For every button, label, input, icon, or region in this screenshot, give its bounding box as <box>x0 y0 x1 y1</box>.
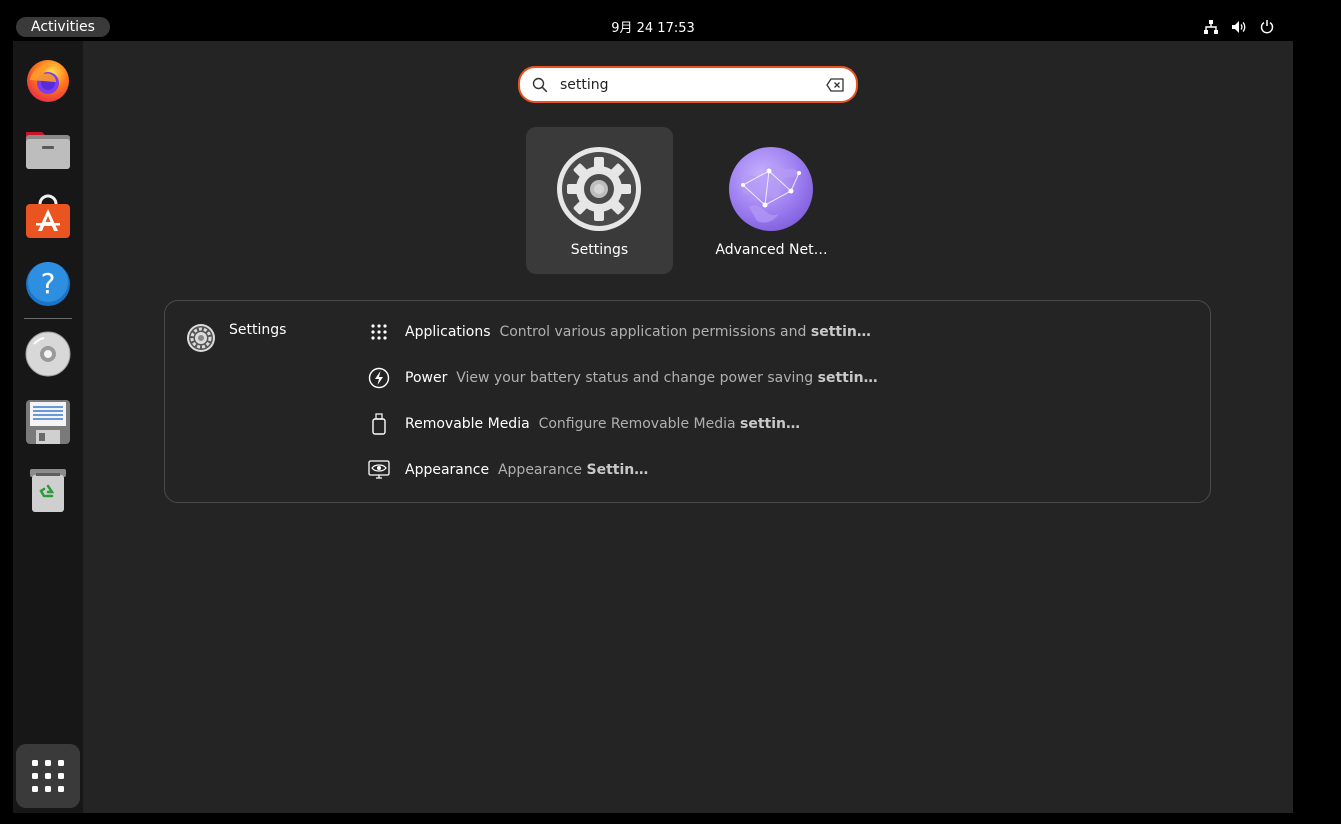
disc-launcher[interactable] <box>24 330 72 378</box>
result-item-applications[interactable]: Applications Control various application… <box>368 317 1168 347</box>
search-box[interactable] <box>518 66 858 103</box>
disc-icon <box>25 331 71 377</box>
result-match: settin… <box>817 370 878 386</box>
result-match: Settin… <box>586 462 649 478</box>
help-icon: ? <box>26 262 70 306</box>
result-title: Appearance <box>405 462 490 478</box>
firefox-icon <box>27 60 69 102</box>
result-item-appearance[interactable]: Appearance Appearance Settin… <box>368 455 1168 485</box>
result-description: View your battery status and change powe… <box>456 370 818 386</box>
usb-icon <box>372 413 386 435</box>
system-tray[interactable] <box>1203 19 1275 35</box>
result-item-removable-media[interactable]: Removable Media Configure Removable Medi… <box>368 409 1168 439</box>
grid-dots-icon <box>371 324 387 340</box>
show-apps-button[interactable] <box>16 744 80 808</box>
network-globe-icon <box>729 147 813 231</box>
result-title: Applications <box>405 324 491 340</box>
dock-separator <box>24 318 72 319</box>
search-results-settings: Settings Applications Control various ap… <box>164 300 1211 503</box>
svg-text:?: ? <box>41 267 56 300</box>
app-result-advanced-network[interactable]: Advanced Net… <box>698 127 845 274</box>
result-title: Removable Media <box>405 416 530 432</box>
desktop-overview: Activities 9月 24 17:53 ? setting Setting… <box>13 13 1293 813</box>
app-center-launcher[interactable] <box>24 192 72 240</box>
volume-icon <box>1232 21 1246 33</box>
appearance-icon <box>368 460 390 479</box>
app-label: Settings <box>570 242 629 258</box>
app-center-icon <box>26 194 70 238</box>
files-launcher[interactable] <box>24 124 72 172</box>
app-label: Advanced Net… <box>715 242 828 258</box>
grid-icon <box>32 760 64 792</box>
settings-provider-icon[interactable] <box>186 323 216 353</box>
activities-button[interactable]: Activities <box>16 17 110 37</box>
result-description: Configure Removable Media <box>538 416 740 432</box>
firefox-launcher[interactable] <box>24 56 72 104</box>
result-item-power[interactable]: Power View your battery status and chang… <box>368 363 1168 393</box>
files-icon <box>26 132 70 169</box>
app-result-settings[interactable]: Settings <box>526 127 673 274</box>
result-description: Control various application permissions … <box>499 324 811 340</box>
result-match: settin… <box>810 324 871 340</box>
network-icon <box>1204 20 1218 34</box>
help-launcher[interactable]: ? <box>24 260 72 308</box>
clear-text-icon[interactable] <box>826 78 844 92</box>
result-description: Appearance <box>497 462 587 478</box>
save-disk-icon <box>26 400 70 444</box>
provider-name[interactable]: Settings <box>229 322 286 338</box>
power-bolt-icon <box>368 367 390 389</box>
search-icon <box>532 77 548 93</box>
clock[interactable]: 9月 24 17:53 <box>611 21 695 36</box>
trash-launcher[interactable] <box>24 466 72 514</box>
search-input[interactable] <box>560 72 820 97</box>
trash-icon <box>30 469 66 512</box>
settings-gear-icon <box>557 147 641 231</box>
top-bar: Activities 9月 24 17:53 <box>13 13 1293 41</box>
dock: ? <box>13 41 83 813</box>
save-disk-launcher[interactable] <box>24 398 72 446</box>
result-match: settin… <box>740 416 800 432</box>
result-title: Power <box>405 370 448 386</box>
power-icon <box>1260 20 1274 34</box>
